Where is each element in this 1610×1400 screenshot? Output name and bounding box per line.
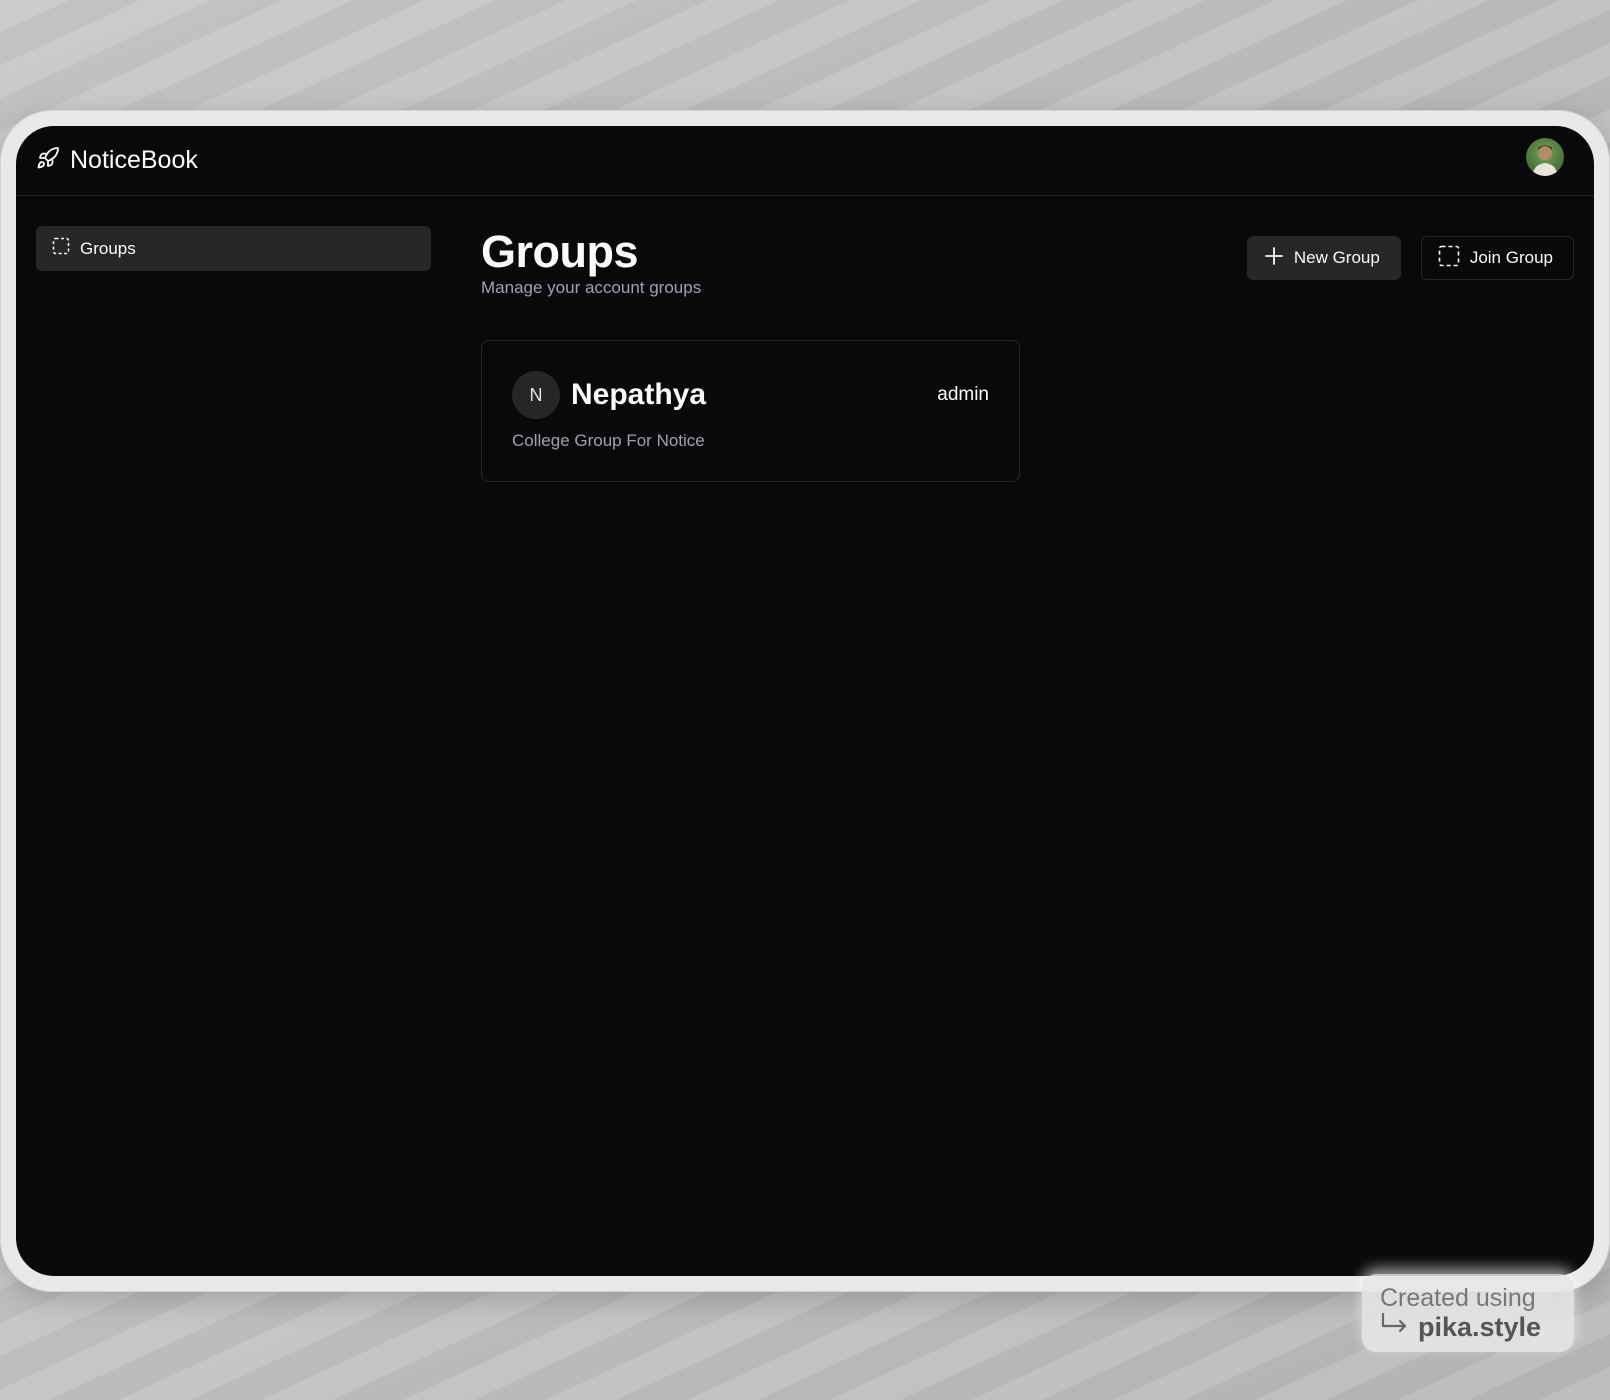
app-window: NoticeBook Groups Groups Manage your acc…	[16, 126, 1594, 1276]
group-card[interactable]: N Nepathya admin College Group For Notic…	[481, 340, 1020, 482]
watermark-line2: pika.style	[1380, 1312, 1556, 1342]
new-group-button[interactable]: New Group	[1246, 236, 1401, 280]
join-group-label: Join Group	[1469, 248, 1553, 267]
group-avatar: N	[512, 371, 560, 419]
dashed-square-icon	[52, 237, 70, 260]
sidebar: Groups	[36, 226, 431, 271]
plus-icon	[1264, 246, 1284, 271]
sidebar-item-groups[interactable]: Groups	[36, 226, 431, 271]
page-actions: New Group Join Group	[1246, 236, 1574, 280]
corner-arrow-icon	[1380, 1312, 1410, 1342]
watermark: Created using pika.style	[1362, 1274, 1574, 1352]
page-subtitle: Manage your account groups	[481, 278, 702, 297]
device-frame: NoticeBook Groups Groups Manage your acc…	[0, 110, 1610, 1292]
group-card-header: N Nepathya admin	[512, 371, 989, 419]
sidebar-item-label: Groups	[80, 238, 136, 258]
rocket-icon	[36, 146, 60, 175]
group-role: admin	[937, 384, 989, 405]
group-name: Nepathya	[571, 378, 707, 411]
watermark-line1: Created using	[1380, 1284, 1536, 1312]
page-title: Groups	[481, 226, 639, 277]
brand[interactable]: NoticeBook	[36, 146, 198, 175]
new-group-label: New Group	[1293, 248, 1380, 267]
watermark-brand: pika.style	[1418, 1312, 1542, 1342]
app-name: NoticeBook	[70, 146, 198, 174]
join-group-button[interactable]: Join Group	[1420, 236, 1574, 280]
dashed-square-icon	[1438, 245, 1460, 272]
user-avatar[interactable]	[1526, 138, 1564, 176]
top-navigation-bar: NoticeBook	[16, 126, 1594, 196]
group-description: College Group For Notice	[512, 431, 705, 450]
